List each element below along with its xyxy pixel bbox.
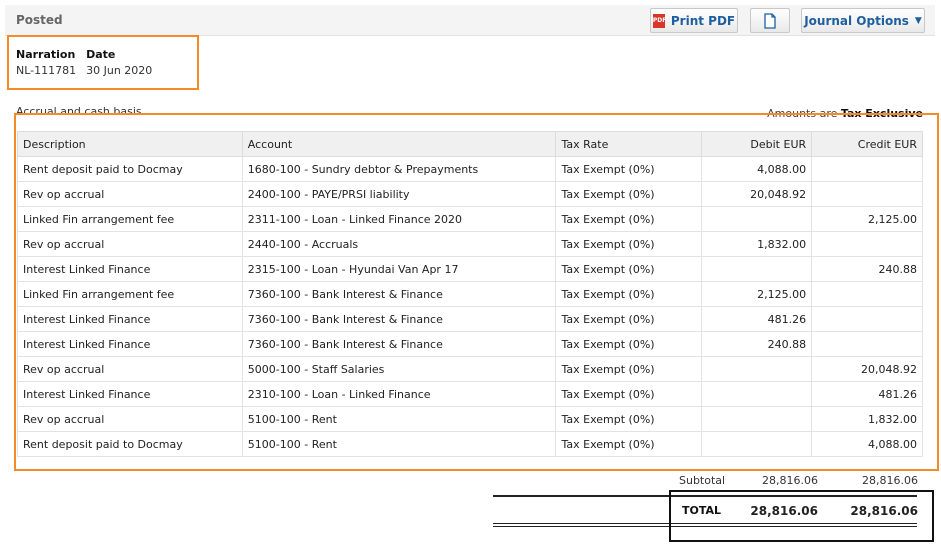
journal-toolbar: Posted PDF Print PDF Journal Options ▼	[5, 5, 935, 36]
subtotal-label: Subtotal	[679, 474, 726, 487]
highlight-table-box	[14, 113, 939, 471]
narration-label: Narration	[16, 48, 76, 61]
journal-options-button[interactable]: Journal Options ▼	[801, 8, 925, 33]
print-pdf-button[interactable]: PDF Print PDF	[650, 8, 738, 33]
subtotal-credit: 28,816.06	[862, 474, 918, 487]
chevron-down-icon: ▼	[914, 15, 922, 26]
print-pdf-label: Print PDF	[670, 13, 736, 28]
journal-options-label: Journal Options	[804, 13, 909, 28]
pdf-icon: PDF	[652, 13, 666, 28]
date-label: Date	[86, 48, 116, 61]
date-value: 30 Jun 2020	[86, 64, 153, 77]
copy-icon	[764, 12, 776, 29]
copy-button[interactable]	[750, 8, 790, 33]
narration-value: NL-111781	[16, 64, 77, 77]
journal-meta: Narration NL-111781 Date 30 Jun 2020	[16, 48, 152, 77]
highlight-total-box	[669, 490, 934, 542]
subtotal-debit: 28,816.06	[762, 474, 818, 487]
status-label: Posted	[16, 13, 63, 27]
